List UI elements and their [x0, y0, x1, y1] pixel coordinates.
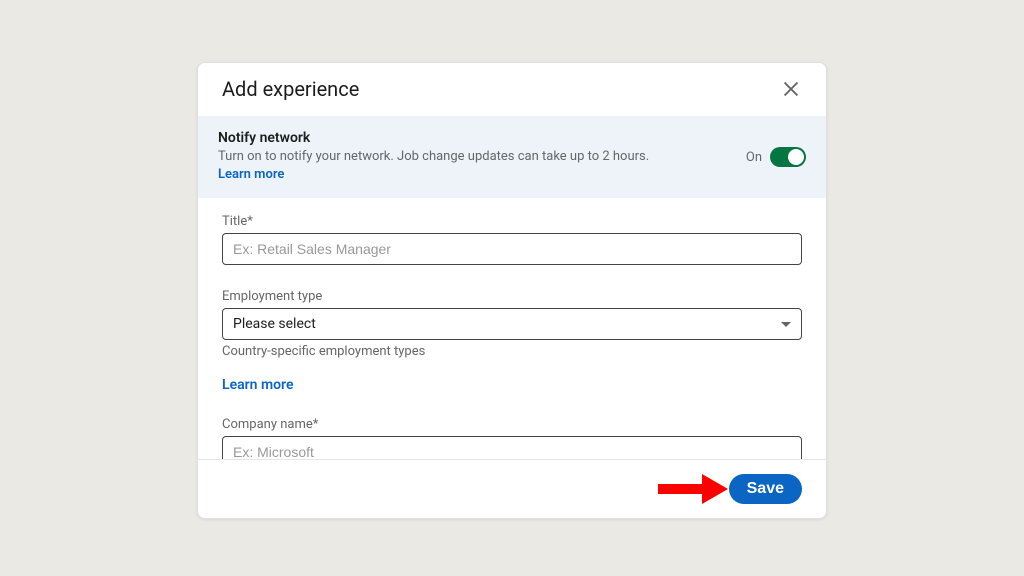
toggle-state-label: On	[746, 150, 762, 165]
title-input[interactable]	[222, 233, 802, 265]
company-section: Company name*	[198, 393, 826, 459]
employment-type-helper: Country-specific employment types	[222, 344, 802, 359]
pointer-arrow-icon	[658, 474, 728, 504]
notify-toggle[interactable]	[770, 147, 806, 167]
toggle-knob	[788, 149, 804, 165]
add-experience-modal: Add experience Notify network Turn on to…	[197, 62, 827, 519]
notify-toggle-group: On	[746, 147, 806, 167]
notify-subtitle-text: Turn on to notify your network. Job chan…	[218, 149, 649, 164]
company-label: Company name*	[222, 417, 802, 432]
modal-header: Add experience	[198, 63, 826, 115]
employment-type-select[interactable]: Please select	[222, 308, 802, 340]
modal-footer: Save	[198, 459, 826, 518]
title-section: Title*	[198, 198, 826, 265]
close-icon[interactable]	[780, 78, 802, 100]
notify-learn-more-link[interactable]: Learn more	[218, 167, 284, 182]
notify-subtitle: Turn on to notify your network. Job chan…	[218, 148, 678, 184]
employment-type-label: Employment type	[222, 289, 802, 304]
modal-title: Add experience	[222, 77, 359, 101]
notify-title: Notify network	[218, 130, 678, 146]
employment-type-learn-more-link[interactable]: Learn more	[222, 377, 293, 393]
notify-text: Notify network Turn on to notify your ne…	[218, 130, 678, 184]
modal-body[interactable]: Notify network Turn on to notify your ne…	[198, 115, 826, 459]
employment-type-value: Please select	[233, 316, 316, 332]
notify-network-panel: Notify network Turn on to notify your ne…	[198, 116, 826, 198]
employment-type-section: Employment type Please select Country-sp…	[198, 265, 826, 393]
chevron-down-icon	[781, 322, 791, 327]
title-label: Title*	[222, 214, 802, 229]
company-input[interactable]	[222, 436, 802, 459]
save-button[interactable]: Save	[729, 474, 802, 504]
